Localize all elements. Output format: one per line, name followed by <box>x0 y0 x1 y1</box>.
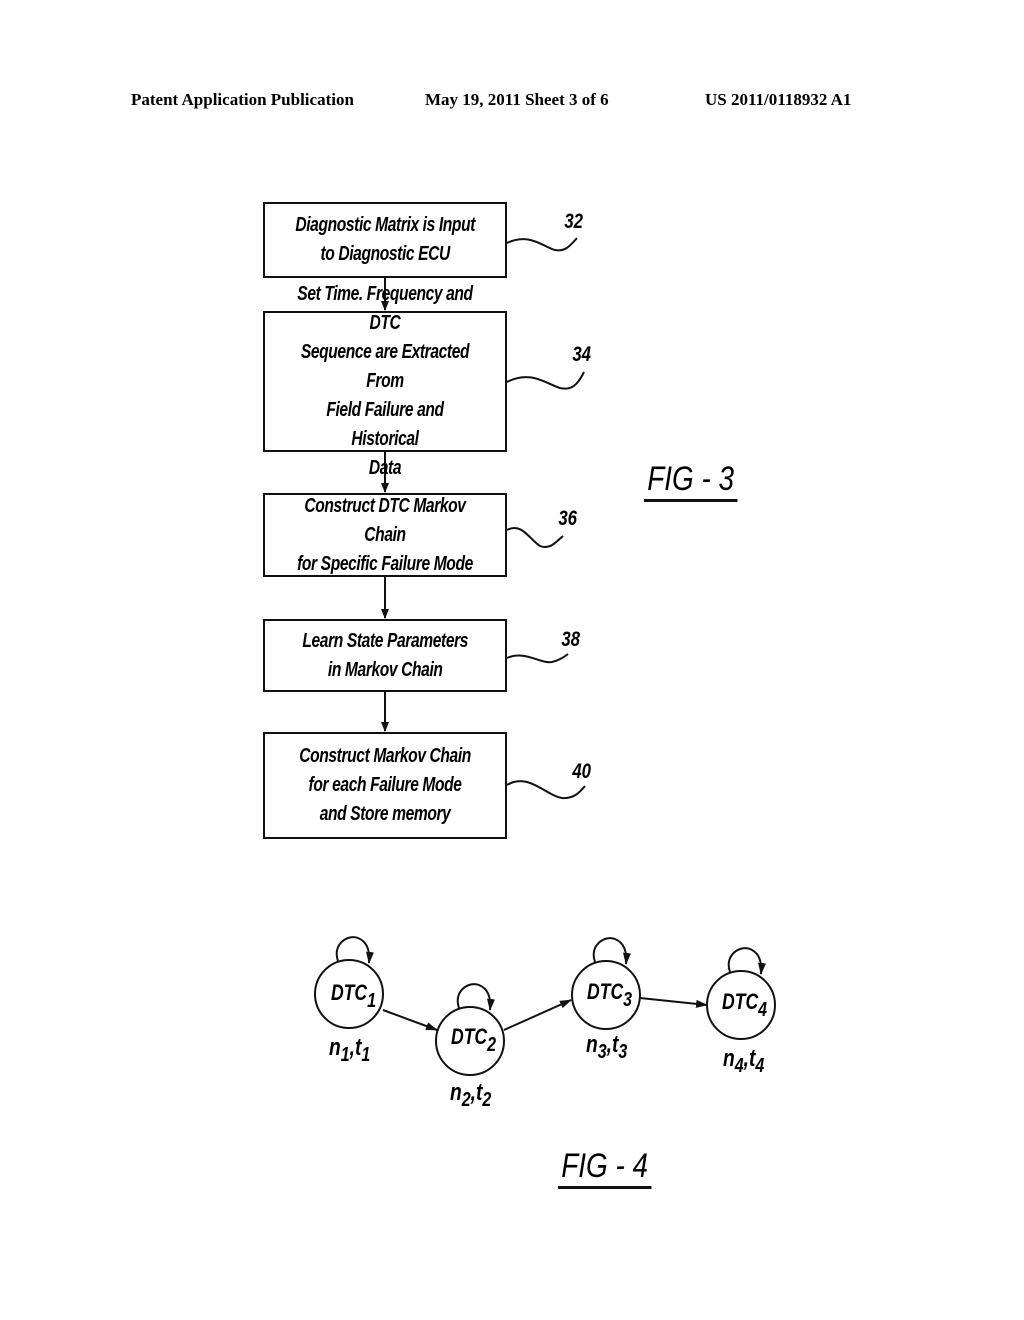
self-loop-dtc2 <box>456 983 495 1011</box>
figure-label-fig4: FIG - 4 <box>558 1146 652 1189</box>
self-loop-dtc4 <box>727 947 766 975</box>
params-dtc4: n4,t4 <box>723 1044 764 1077</box>
transition-3-4 <box>639 997 708 1008</box>
self-loop-dtc1 <box>335 936 374 964</box>
transition-1-2 <box>382 1009 438 1031</box>
params-dtc2: n2,t2 <box>450 1078 491 1111</box>
transition-2-3 <box>503 999 572 1031</box>
params-dtc3: n3,t3 <box>586 1030 627 1063</box>
params-dtc1: n1,t1 <box>329 1033 370 1066</box>
self-loop-dtc3 <box>592 937 631 965</box>
fig4-markov-chain: DTC1 DTC2 DTC3 DTC4 n1,t1 n2,t2 n3,t3 n4… <box>314 936 776 1111</box>
